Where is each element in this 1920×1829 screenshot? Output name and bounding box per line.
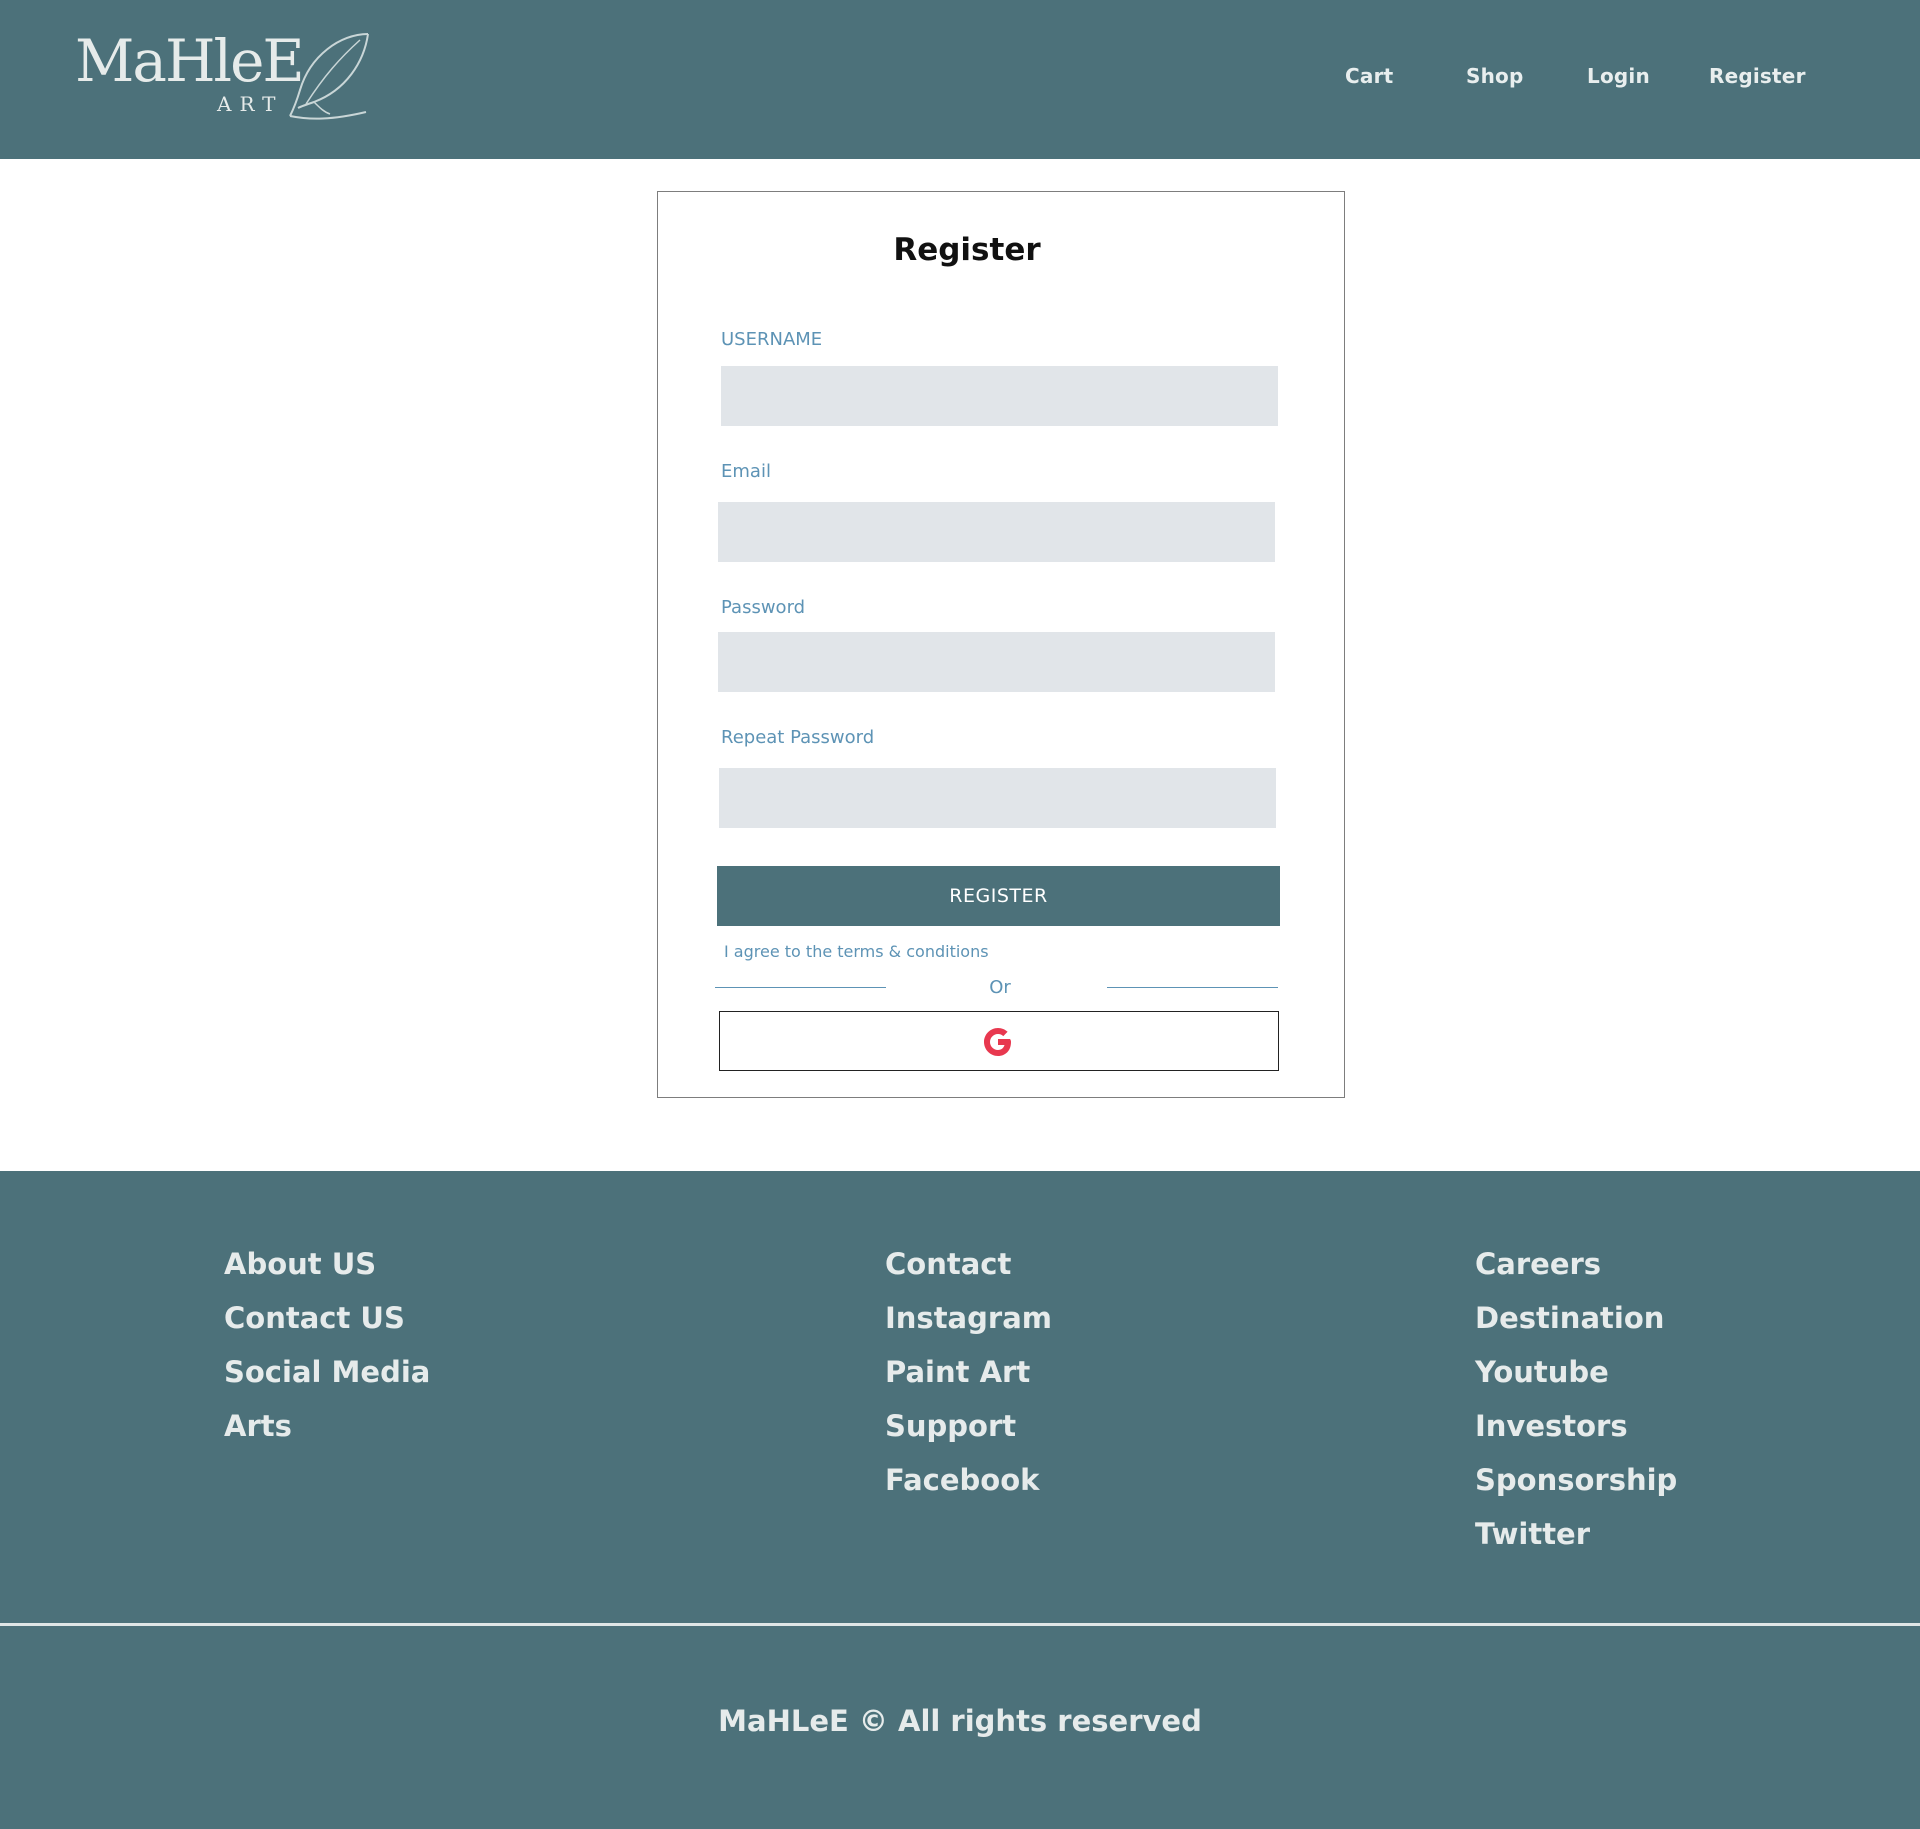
footer-link-social-media[interactable]: Social Media [224, 1345, 430, 1399]
footer-link-facebook[interactable]: Facebook [885, 1453, 1052, 1507]
site-footer: About US Contact US Social Media Arts Co… [0, 1171, 1920, 1829]
divider-line-right [1107, 987, 1278, 988]
footer-link-arts[interactable]: Arts [224, 1399, 430, 1453]
divider-line-left [715, 987, 886, 988]
footer-link-contact-us[interactable]: Contact US [224, 1291, 430, 1345]
logo-wordmark: MaHleE [75, 27, 305, 95]
footer-link-about-us[interactable]: About US [224, 1237, 430, 1291]
nav-cart[interactable]: Cart [1345, 64, 1393, 88]
or-divider-text: Or [989, 977, 1011, 998]
footer-column-1: About US Contact US Social Media Arts [224, 1237, 430, 1453]
password-input[interactable] [718, 632, 1275, 692]
nav-register[interactable]: Register [1709, 64, 1806, 88]
terms-link[interactable]: I agree to the terms & conditions [724, 942, 989, 961]
nav-shop[interactable]: Shop [1466, 64, 1524, 88]
copyright-text: MaHLeE © All rights reserved [718, 1704, 1202, 1738]
nav-login[interactable]: Login [1587, 64, 1650, 88]
brand-logo[interactable]: MaHleE ART [75, 28, 375, 123]
repeat-password-input[interactable] [719, 768, 1276, 828]
email-input[interactable] [718, 502, 1275, 562]
footer-column-2: Contact Instagram Paint Art Support Face… [885, 1237, 1052, 1507]
footer-link-investors[interactable]: Investors [1475, 1399, 1677, 1453]
page-title: Register [893, 232, 1041, 268]
footer-link-paint-art[interactable]: Paint Art [885, 1345, 1052, 1399]
feather-icon [289, 33, 369, 120]
footer-link-destination[interactable]: Destination [1475, 1291, 1677, 1345]
username-input[interactable] [721, 366, 1278, 426]
site-header: MaHleE ART Cart Shop Login Register [0, 0, 1920, 159]
password-label: Password [721, 597, 806, 618]
google-g-icon [984, 1028, 1011, 1056]
register-button[interactable]: REGISTER [717, 866, 1280, 926]
footer-link-support[interactable]: Support [885, 1399, 1052, 1453]
footer-link-twitter[interactable]: Twitter [1475, 1507, 1677, 1561]
username-label: USERNAME [721, 329, 823, 350]
footer-link-careers[interactable]: Careers [1475, 1237, 1677, 1291]
email-label: Email [721, 461, 771, 482]
footer-link-sponsorship[interactable]: Sponsorship [1475, 1453, 1677, 1507]
google-signin-button[interactable] [719, 1011, 1279, 1071]
footer-divider [0, 1623, 1920, 1626]
footer-link-contact[interactable]: Contact [885, 1237, 1052, 1291]
footer-column-3: Careers Destination Youtube Investors Sp… [1475, 1237, 1677, 1561]
logo-subtitle: ART [217, 92, 284, 116]
repeat-password-label: Repeat Password [721, 727, 875, 748]
footer-link-youtube[interactable]: Youtube [1475, 1345, 1677, 1399]
footer-link-instagram[interactable]: Instagram [885, 1291, 1052, 1345]
